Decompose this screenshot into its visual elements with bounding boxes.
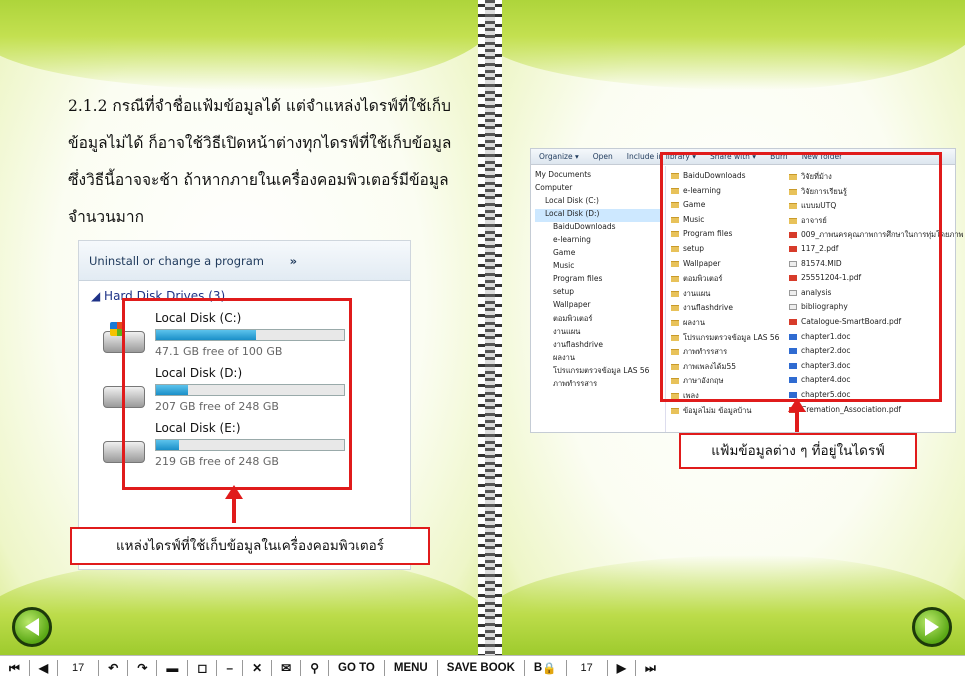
redo-icon: ↷ [137,661,148,675]
last-page-button[interactable]: ⏭ [636,660,665,676]
highlight-box [122,298,352,490]
lock-icon: 🔒 [542,663,557,675]
goto-button[interactable]: GO TO [329,660,385,676]
nav-item: Program files [553,274,603,283]
close-button[interactable]: ✕ [243,660,273,676]
email-icon: ✉ [281,661,292,675]
bookmark-label: B [533,662,543,674]
nav-item: My Documents [535,170,592,179]
file-item: Cremation_Association.pdf [789,405,964,420]
undo-icon: ↶ [108,661,119,675]
right-arrow-icon [925,618,939,636]
undo-button[interactable]: ↶ [99,660,129,676]
window-button[interactable]: ◻ [188,660,218,676]
organize-menu: Organize ▾ [539,152,579,161]
last-page-icon: ⏭ [645,660,656,675]
play-left-icon: ◀ [38,661,49,675]
decorative-wave-bottom [502,555,965,655]
search-icon: ⚲ [310,661,319,675]
book-spiral-binding [478,0,502,655]
nav-item: งานflashdrive [553,340,603,349]
nav-item: Music [553,261,575,270]
nav-item: Wallpaper [553,300,591,309]
page-number-right[interactable]: 17 [567,660,608,676]
print-icon: ▬ [166,661,179,675]
nav-item: ตอมพิวเตอร์ [553,314,593,323]
nav-item: setup [553,287,574,296]
highlight-box [660,152,942,402]
next-page-button[interactable] [912,607,952,647]
uninstall-program-label: Uninstall or change a program [89,254,264,268]
more-chevron-icon: » [289,254,298,268]
explorer-nav-pane: My Documents Computer Local Disk (C:) Lo… [531,166,666,432]
previous-button[interactable]: ◀ [30,660,59,676]
minus-icon: – [226,661,234,675]
play-right-icon: ▶ [616,661,627,675]
nav-item: ผลงาน [553,353,575,362]
search-button[interactable]: ⚲ [301,660,329,676]
flipbook-toolbar: ⏮ ◀ 17 ↶ ↷ ▬ ◻ – ✕ ✉ ⚲ GO TO MENU SAVE B… [0,655,965,680]
page-number-left[interactable]: 17 [58,660,100,676]
nav-item: งานแผน [553,327,581,336]
first-page-icon: ⏮ [9,660,20,675]
decorative-wave-bottom [0,555,478,655]
file-name: Cremation_Association.pdf [801,404,902,414]
decorative-wave-top [502,0,965,90]
redo-button[interactable]: ↷ [128,660,158,676]
nav-item: ภาพทำรรสาร [553,379,598,388]
next-button[interactable]: ▶ [608,660,637,676]
decorative-wave-top [0,0,478,90]
left-page: 2.1.2 กรณีที่จำชื่อแฟ้มข้อมูลได้ แต่จำแห… [0,0,478,655]
file-item: ข้อมูลไม่ม ข้อมูลบ้าน [671,405,779,420]
bookmark-button[interactable]: B 🔒 [525,660,567,676]
file-name: ข้อมูลไม่ม ข้อมูลบ้าน [683,405,752,415]
arrow-up-icon [225,485,243,523]
nav-item-selected: Local Disk (D:) [535,209,661,222]
save-book-button[interactable]: SAVE BOOK [438,660,525,676]
folder-icon [671,407,679,414]
nav-item: Game [553,248,576,257]
body-paragraph: 2.1.2 กรณีที่จำชื่อแฟ้มข้อมูลได้ แต่จำแห… [68,97,452,226]
files-caption: แฟ้มข้อมูลต่าง ๆ ที่อยู่ในไดรฟ์ [679,433,917,469]
open-button: Open [592,152,613,161]
menu-button[interactable]: MENU [385,660,438,676]
previous-page-button[interactable] [12,607,52,647]
window-icon: ◻ [197,661,208,675]
nav-item: โปรแกรมตรวจข้อมูล LAS 56 [553,366,650,375]
first-page-button[interactable]: ⏮ [0,660,30,676]
drives-caption: แหล่งไดรฟ์ที่ใช้เก็บข้อมูลในเครื่องคอมพิ… [70,527,430,565]
minimize-button[interactable]: – [217,660,244,676]
email-button[interactable]: ✉ [272,660,302,676]
nav-item: e-learning [553,235,591,244]
screenshot-toolbar: Uninstall or change a program » [79,241,410,281]
arrow-up-icon [788,398,806,432]
nav-item: Computer [535,183,573,192]
print-button[interactable]: ▬ [157,660,189,676]
left-arrow-icon [25,618,39,636]
nav-item: BaiduDownloads [553,222,616,231]
close-icon: ✕ [252,661,263,675]
nav-item: Local Disk (C:) [545,196,599,205]
